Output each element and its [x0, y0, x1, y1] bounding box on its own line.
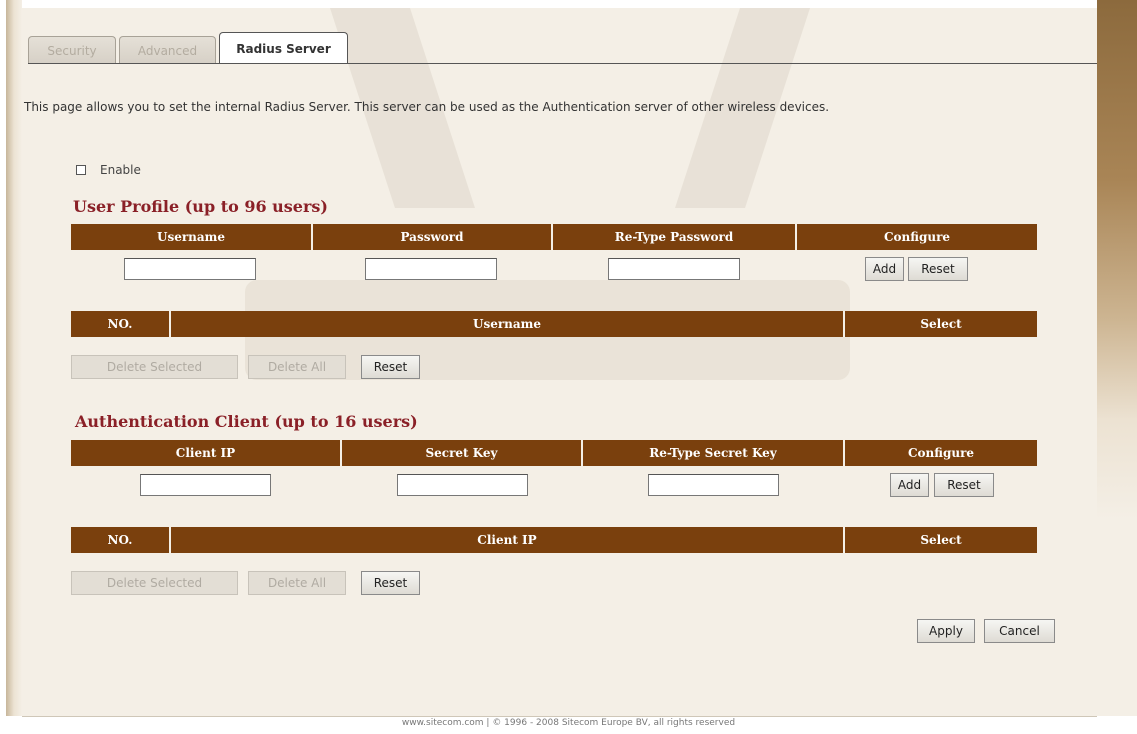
top-border	[0, 0, 1137, 8]
tab-divider	[28, 63, 1097, 64]
header-select: Select	[920, 317, 962, 331]
username-input[interactable]	[124, 258, 256, 280]
header-no: NO.	[71, 311, 171, 337]
retype-secret-key-input[interactable]	[648, 474, 779, 496]
tab-advanced[interactable]: Advanced	[119, 36, 216, 64]
user-profile-title: User Profile (up to 96 users)	[73, 197, 328, 216]
enable-row: Enable	[76, 163, 141, 177]
user-delete-all-button[interactable]: Delete All	[248, 355, 346, 379]
footer-divider	[22, 716, 1097, 717]
auth-client-header: Client IP Secret Key Re-Type Secret Key …	[71, 440, 1037, 466]
header-secret-key: Secret Key	[342, 440, 583, 466]
header-retype-password: Re-Type Password	[553, 224, 797, 250]
header-no: NO.	[71, 527, 171, 553]
tab-radius-server[interactable]: Radius Server	[219, 32, 348, 64]
header-retype-secret-key: Re-Type Secret Key	[583, 440, 845, 466]
client-delete-all-button[interactable]: Delete All	[248, 571, 346, 595]
client-ip-input[interactable]	[140, 474, 271, 496]
header-configure: Configure	[907, 446, 975, 460]
tab-security[interactable]: Security	[28, 36, 116, 64]
header-configure: Configure	[883, 230, 951, 244]
enable-label: Enable	[100, 163, 141, 177]
user-list-reset-button[interactable]: Reset	[361, 355, 420, 379]
header-username: Username	[171, 311, 845, 337]
header-password: Password	[313, 224, 553, 250]
right-edge-decoration	[1097, 0, 1137, 716]
header-client-ip: Client IP	[71, 440, 342, 466]
user-reset-button[interactable]: Reset	[908, 257, 968, 281]
secret-key-input[interactable]	[397, 474, 528, 496]
user-profile-header: Username Password Re-Type Password Confi…	[71, 224, 1037, 250]
header-username: Username	[71, 224, 313, 250]
client-list-header: NO. Client IP Select	[71, 527, 1037, 553]
auth-client-title: Authentication Client (up to 16 users)	[75, 412, 418, 431]
client-delete-selected-button[interactable]: Delete Selected	[71, 571, 238, 595]
user-add-button[interactable]: Add	[865, 257, 904, 281]
page-frame: Security Advanced Radius Server This pag…	[0, 0, 1137, 734]
apply-button[interactable]: Apply	[917, 619, 975, 643]
user-delete-selected-button[interactable]: Delete Selected	[71, 355, 238, 379]
retype-password-input[interactable]	[608, 258, 740, 280]
password-input[interactable]	[365, 258, 497, 280]
client-add-button[interactable]: Add	[890, 473, 929, 497]
left-edge-decoration	[0, 0, 22, 716]
footer-copyright: www.sitecom.com | © 1996 - 2008 Sitecom …	[401, 718, 736, 728]
enable-checkbox[interactable]	[76, 165, 86, 175]
header-client-ip: Client IP	[171, 527, 845, 553]
cancel-button[interactable]: Cancel	[984, 619, 1055, 643]
client-list-reset-button[interactable]: Reset	[361, 571, 420, 595]
header-select: Select	[920, 533, 962, 547]
user-list-header: NO. Username Select	[71, 311, 1037, 337]
page-description: This page allows you to set the internal…	[24, 100, 830, 114]
client-reset-button[interactable]: Reset	[934, 473, 994, 497]
